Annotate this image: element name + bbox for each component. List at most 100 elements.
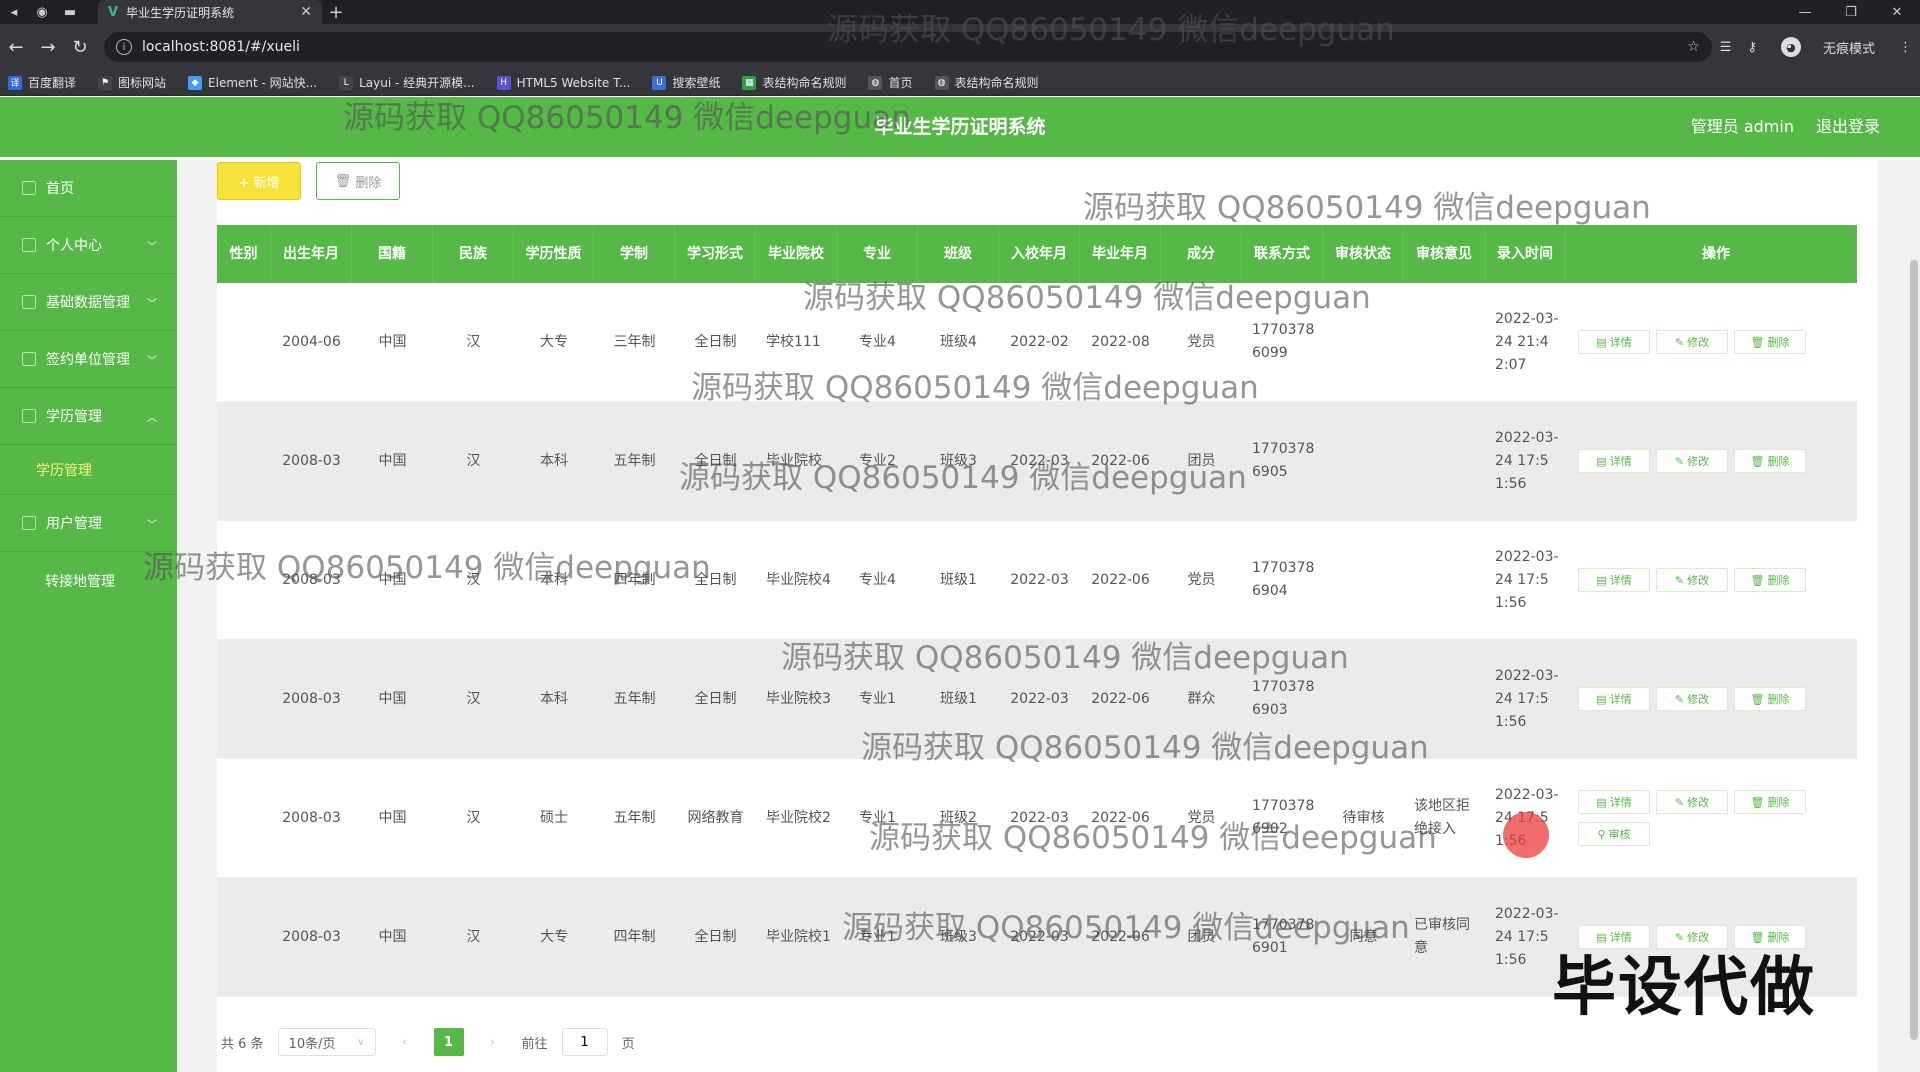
- sidebar-item-profile[interactable]: 个人中心 ﹀: [0, 217, 177, 274]
- sidebar-item-transfer[interactable]: 转接地管理: [0, 552, 177, 609]
- next-page-button[interactable]: ›: [478, 1028, 508, 1056]
- batch-delete-button[interactable]: 🗑 删除: [316, 162, 400, 200]
- edit-button[interactable]: ✎ 修改: [1656, 449, 1728, 473]
- browser-tab[interactable]: V 毕业生学历证明系统 ✕: [98, 0, 322, 24]
- address-bar: ← → ↻ i localhost:8081/#/xueli ☆ ☰ ⚷ ◕ 无…: [0, 24, 1920, 70]
- back-icon[interactable]: ←: [0, 24, 32, 70]
- sidebar-item-base-data[interactable]: 基础数据管理 ﹀: [0, 274, 177, 331]
- bookmark-item[interactable]: H HTML5 Website T...: [496, 75, 630, 90]
- tab-close-icon[interactable]: ✕: [300, 4, 312, 20]
- sidebar: 首页 个人中心 ﹀ 基础数据管理 ﹀ 签约单位管理 ﹀ 学历管理 ︿ 学历管理 用户管理…: [0, 160, 177, 1072]
- table-cell: 本科: [540, 452, 568, 469]
- sidebar-item-home[interactable]: 首页: [0, 160, 177, 217]
- table-row: 2008-03 中国 汉 本科 五年制 全日制 毕业院校 专业2 班级3 2022-03 2022-…: [217, 402, 1857, 521]
- row-actions: ▤ 详情 ✎ 修改 🗑 删除: [1566, 449, 1857, 473]
- bookmark-item[interactable]: L Layui - 经典开源模...: [339, 74, 475, 91]
- delete-button[interactable]: 🗑 删除: [1734, 568, 1806, 592]
- bookmark-item[interactable]: ◆ Element - 网站快...: [188, 74, 317, 91]
- watermark-stamp: 毕设代做: [1552, 951, 1816, 1025]
- table-cell: 专业1: [859, 928, 896, 945]
- table-cell: 2008-03: [282, 571, 341, 588]
- edit-button[interactable]: ✎ 修改: [1656, 687, 1728, 711]
- bookmark-item[interactable]: U 搜索壁纸: [652, 74, 720, 91]
- browser-icon: ◉: [36, 4, 48, 20]
- column-header: 毕业院校: [756, 225, 837, 283]
- table-cell: 2022-03: [1010, 809, 1069, 826]
- table-cell: 班级2: [940, 809, 977, 826]
- table-cell: 2022-03: [1010, 571, 1069, 588]
- edit-button[interactable]: ✎ 修改: [1656, 568, 1728, 592]
- table-cell: 中国: [378, 452, 407, 469]
- close-window-icon[interactable]: ✕: [1874, 0, 1920, 24]
- bookmark-item[interactable]: 译百度翻译: [8, 74, 76, 91]
- table-cell: 群众: [1187, 690, 1216, 707]
- info-icon[interactable]: i: [116, 39, 132, 55]
- delete-button[interactable]: 🗑 删除: [1734, 687, 1806, 711]
- new-tab-button[interactable]: +: [322, 2, 350, 23]
- detail-button[interactable]: ▤ 详情: [1578, 568, 1650, 592]
- table-cell: 该地区拒绝接入: [1414, 798, 1470, 837]
- table-cell: 已审核同意: [1414, 917, 1470, 956]
- edit-button[interactable]: ✎ 修改: [1656, 790, 1728, 814]
- detail-button[interactable]: ▤ 详情: [1578, 687, 1650, 711]
- add-button[interactable]: + 新增: [217, 162, 301, 200]
- bookmark-item[interactable]: ◍ 首页: [868, 74, 913, 91]
- table-cell: 同意: [1349, 928, 1378, 945]
- column-header: 民族: [433, 225, 514, 283]
- delete-icon: 🗑: [1750, 795, 1765, 809]
- table-cell: 毕业院校4: [766, 571, 831, 588]
- delete-button[interactable]: 🗑 删除: [1734, 790, 1806, 814]
- table-cell: 2004-06: [282, 333, 341, 350]
- building-icon: [22, 352, 36, 366]
- table-cell: 中国: [378, 333, 407, 350]
- bookmark-item[interactable]: ⚑ 图标网站: [98, 74, 166, 91]
- table-cell: 2022-06: [1091, 452, 1150, 469]
- minimize-icon[interactable]: —: [1782, 0, 1828, 24]
- delete-button[interactable]: 🗑 删除: [1734, 330, 1806, 354]
- table-cell: 五年制: [613, 809, 656, 826]
- users-icon: [22, 516, 36, 530]
- restore-icon[interactable]: ❐: [1828, 0, 1874, 24]
- column-header: 国籍: [352, 225, 433, 283]
- sidebar-subitem-education-manage[interactable]: 学历管理: [0, 445, 177, 495]
- vertical-scrollbar[interactable]: [1908, 160, 1920, 1072]
- detail-icon: ▤: [1596, 335, 1607, 349]
- bookmark-item[interactable]: ◍ 表结构命名规则: [934, 74, 1039, 91]
- table-cell: 2022-02: [1010, 333, 1069, 350]
- bookmark-item[interactable]: ▦ 表结构命名规则: [742, 74, 846, 91]
- url-field[interactable]: i localhost:8081/#/xueli ☆: [104, 32, 1712, 62]
- forward-icon[interactable]: →: [32, 24, 64, 70]
- sidebar-item-education[interactable]: 学历管理 ︿: [0, 388, 177, 445]
- reload-icon[interactable]: ↻: [64, 24, 96, 70]
- table-cell: 17703786901: [1252, 917, 1315, 956]
- column-header: 操作: [1566, 225, 1857, 283]
- star-icon[interactable]: ☆: [1687, 39, 1700, 55]
- table-cell: 团员: [1187, 928, 1216, 945]
- chevron-down-icon: ﹀: [147, 298, 157, 310]
- goto-page-input[interactable]: [561, 1028, 608, 1056]
- sidebar-item-users[interactable]: 用户管理 ﹀: [0, 495, 177, 552]
- review-button[interactable]: ⚲ 审核: [1578, 822, 1650, 846]
- logout-link[interactable]: 退出登录: [1816, 97, 1880, 157]
- incognito-profile[interactable]: ◕ 无痕模式: [1773, 37, 1883, 57]
- scroll-thumb[interactable]: [1910, 260, 1918, 1040]
- table-cell: 五年制: [613, 452, 656, 469]
- reading-list-icon[interactable]: ☰: [1720, 40, 1732, 55]
- table-cell: 全日制: [694, 928, 737, 945]
- table-cell: 班级1: [940, 690, 977, 707]
- page-number[interactable]: 1: [433, 1028, 464, 1056]
- key-icon[interactable]: ⚷: [1747, 40, 1757, 55]
- table-cell: 2022-03: [1010, 690, 1069, 707]
- edit-button[interactable]: ✎ 修改: [1656, 330, 1728, 354]
- user-area: 管理员 admin 退出登录: [1691, 97, 1880, 157]
- page-size-select[interactable]: 10条/页 ∨: [277, 1028, 376, 1056]
- detail-button[interactable]: ▤ 详情: [1578, 330, 1650, 354]
- prev-page-button[interactable]: ‹: [390, 1028, 420, 1056]
- detail-button[interactable]: ▤ 详情: [1578, 790, 1650, 814]
- delete-button[interactable]: 🗑 删除: [1734, 449, 1806, 473]
- sidebar-item-employer[interactable]: 签约单位管理 ﹀: [0, 331, 177, 388]
- trash-icon: 🗑: [334, 173, 356, 189]
- detail-button[interactable]: ▤ 详情: [1578, 449, 1650, 473]
- menu-dots-icon[interactable]: ⋮: [1899, 40, 1912, 55]
- table-cell: 汉: [466, 452, 481, 469]
